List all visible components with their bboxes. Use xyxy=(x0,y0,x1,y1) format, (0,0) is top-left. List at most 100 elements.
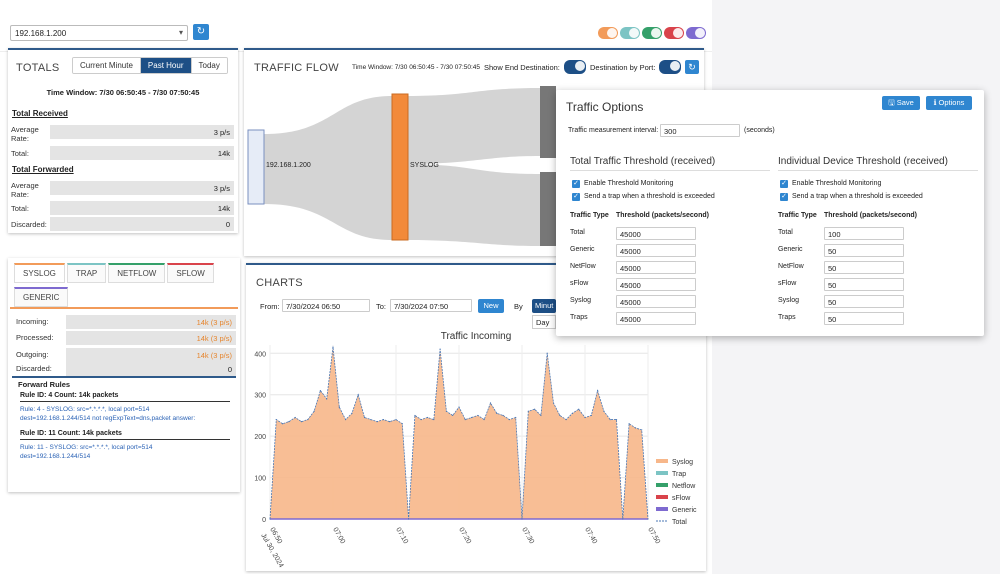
to-input[interactable]: 7/30/2024 07:50 xyxy=(390,299,472,312)
total-threshold-input[interactable]: 45000 xyxy=(616,227,696,240)
data-point xyxy=(357,394,359,396)
x-tick-label: 07:20 xyxy=(457,527,472,546)
y-tick-label: 200 xyxy=(254,434,266,441)
save-button[interactable]: 🖫 Save xyxy=(882,96,920,110)
data-point xyxy=(622,518,624,520)
device-threshold-input[interactable]: 50 xyxy=(824,312,904,325)
flow-link-lower xyxy=(404,164,540,246)
sankey-source-node xyxy=(247,129,265,205)
show-end-toggle[interactable] xyxy=(564,60,586,74)
device-col-type: Traffic Type xyxy=(778,212,817,219)
flow-time-window: Time Window: 7/30 06:50:45 - 7/30 07:50:… xyxy=(352,64,481,71)
y-tick-label: 100 xyxy=(254,476,266,483)
data-point xyxy=(552,402,555,404)
ip-select-value: 192.168.1.200 xyxy=(15,29,67,38)
y-tick-label: 300 xyxy=(254,393,266,400)
from-input[interactable]: 7/30/2024 06:50 xyxy=(282,299,370,312)
totals-title: TOTALS xyxy=(16,62,60,74)
data-point xyxy=(628,423,630,425)
total-type-label: Generic xyxy=(570,246,595,253)
flow-link-upper xyxy=(404,88,540,164)
syslog-toggle[interactable] xyxy=(598,27,618,39)
new-button[interactable]: New xyxy=(478,299,504,313)
netflow-toggle[interactable] xyxy=(642,27,662,39)
total-trap-checkbox[interactable]: ✓ xyxy=(572,193,580,201)
received-avg-value: 3 p/s xyxy=(50,125,234,139)
interval-input[interactable]: 300 xyxy=(660,124,740,137)
x-tick-label: 07:30 xyxy=(520,527,535,546)
received-total-value: 14k xyxy=(50,146,234,160)
rule-4-line1[interactable]: Rule: 4 - SYSLOG: src=*.*.*.*, local por… xyxy=(20,406,149,413)
device-trap-checkbox[interactable]: ✓ xyxy=(780,193,788,201)
device-threshold-input[interactable]: 50 xyxy=(824,278,904,291)
discarded-label: Discarded: xyxy=(16,364,52,373)
tab-syslog[interactable]: SYSLOG xyxy=(14,263,65,283)
forwarded-total-value: 14k xyxy=(50,201,234,215)
outgoing-value: 14k (3 p/s) xyxy=(66,348,236,362)
data-point xyxy=(590,414,592,417)
generic-toggle[interactable] xyxy=(686,27,706,39)
data-point xyxy=(634,427,636,429)
legend-swatch xyxy=(656,507,668,511)
tab-netflow[interactable]: NETFLOW xyxy=(108,263,166,283)
x-tick-label: 07:40 xyxy=(583,527,598,546)
legend-label: sFlow xyxy=(672,495,691,502)
device-threshold-input[interactable]: 50 xyxy=(824,244,904,257)
traffic-flow-title: TRAFFIC FLOW xyxy=(254,62,339,74)
device-threshold-input[interactable]: 50 xyxy=(824,295,904,308)
data-point xyxy=(546,352,548,354)
tab-trap[interactable]: TRAP xyxy=(66,263,107,283)
sankey-source-label: 192.168.1.200 xyxy=(266,162,311,169)
total-type-label: Syslog xyxy=(570,297,592,304)
legend-label: Trap xyxy=(672,471,686,478)
sflow-toggle[interactable] xyxy=(664,27,684,39)
tab-generic[interactable]: GENERIC xyxy=(14,287,69,307)
options-button[interactable]: ℹ Options xyxy=(926,96,972,110)
tab-underline xyxy=(10,307,238,309)
flow-refresh-button[interactable]: ↻ xyxy=(685,60,699,74)
legend-label: Syslog xyxy=(672,459,693,466)
tab-sflow[interactable]: SFLOW xyxy=(167,263,214,283)
rule-4-line2[interactable]: dest=192.168.1.244/514 not regExpText=dn… xyxy=(20,415,195,422)
trap-toggle[interactable] xyxy=(620,27,640,39)
by-dropdown-option-day[interactable]: Day xyxy=(532,315,556,329)
range-current-minute[interactable]: Current Minute xyxy=(73,58,141,73)
data-point xyxy=(370,418,372,421)
refresh-button[interactable]: ↻ xyxy=(193,24,209,40)
rule-11-title: Rule ID: 11 Count: 14k packets xyxy=(20,430,230,440)
ip-select[interactable]: 192.168.1.200 ▾ xyxy=(10,25,188,41)
total-enable-checkbox[interactable]: ✓ xyxy=(572,180,580,188)
total-threshold-input[interactable]: 45000 xyxy=(616,244,696,257)
data-point xyxy=(401,423,403,425)
range-past-hour[interactable]: Past Hour xyxy=(140,58,192,73)
total-threshold-input[interactable]: 45000 xyxy=(616,278,696,291)
rule-11-line2[interactable]: dest=192.168.1.244/514 xyxy=(20,453,90,460)
device-threshold-input[interactable]: 100 xyxy=(824,227,904,240)
device-enable-checkbox[interactable]: ✓ xyxy=(780,180,788,188)
received-total-label: Total: xyxy=(11,149,29,158)
rule-11-line1[interactable]: Rule: 11 - SYSLOG: src=*.*.*.*, local po… xyxy=(20,444,152,451)
dest-by-port-toggle[interactable] xyxy=(659,60,681,74)
range-selector: Current Minute Past Hour Today xyxy=(72,57,228,74)
data-point xyxy=(502,414,504,417)
data-point xyxy=(288,421,290,423)
legend-swatch xyxy=(656,483,668,487)
data-point xyxy=(615,418,618,421)
data-point xyxy=(294,416,296,419)
sankey-dest-node-1 xyxy=(540,86,556,158)
charts-title: CHARTS xyxy=(256,277,303,289)
data-point xyxy=(414,414,416,417)
data-point xyxy=(483,418,485,421)
range-today[interactable]: Today xyxy=(191,58,227,73)
data-point xyxy=(534,408,536,410)
data-point xyxy=(521,518,523,520)
interval-label: Traffic measurement interval: xyxy=(568,127,659,134)
save-label: Save xyxy=(896,98,914,107)
by-select[interactable]: Minut xyxy=(532,299,556,313)
total-received-heading: Total Received xyxy=(12,109,68,118)
total-threshold-input[interactable]: 45000 xyxy=(616,312,696,325)
device-threshold-input[interactable]: 50 xyxy=(824,261,904,274)
total-threshold-input[interactable]: 45000 xyxy=(616,261,696,274)
legend-label: Generic xyxy=(672,507,697,514)
total-threshold-input[interactable]: 45000 xyxy=(616,295,696,308)
